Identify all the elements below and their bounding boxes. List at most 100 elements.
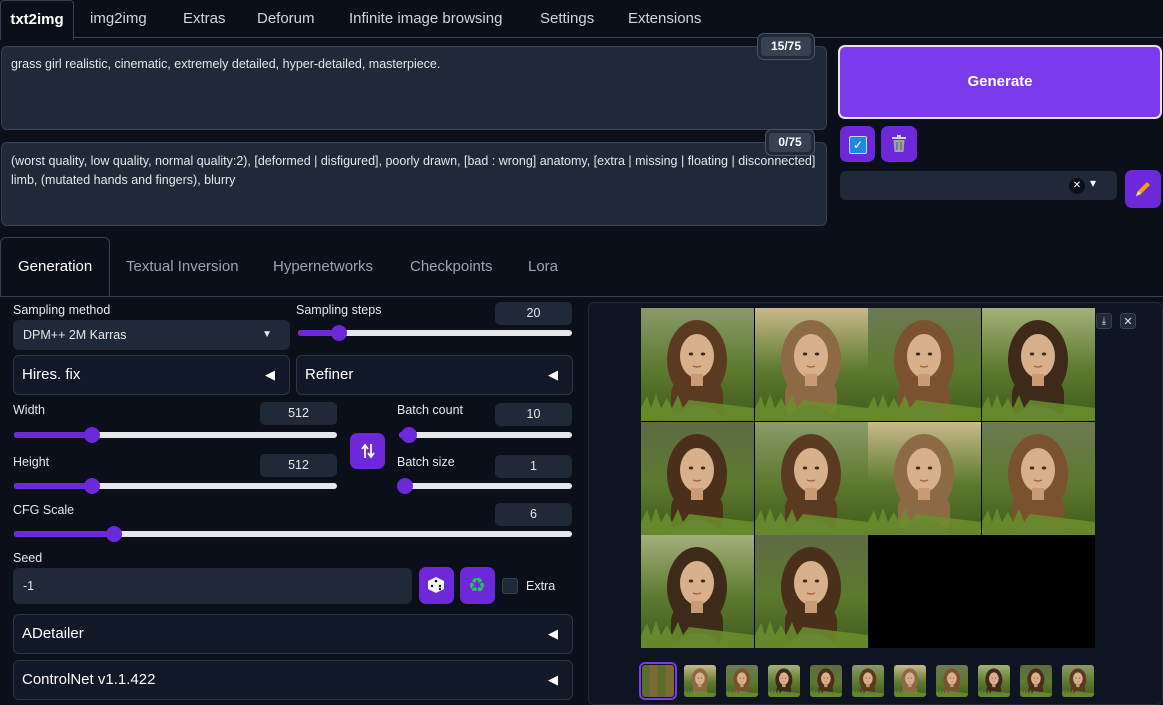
sampling-method-label: Sampling method: [13, 303, 111, 317]
swap-dimensions-button[interactable]: [350, 433, 385, 469]
collapse-arrow-icon: ◀: [548, 672, 558, 687]
slider-handle[interactable]: [83, 427, 100, 443]
extra-label: Extra: [526, 579, 556, 593]
adetailer-label: ADetailer: [22, 625, 84, 642]
edit-styles-button[interactable]: [1125, 170, 1161, 208]
reuse-seed-button[interactable]: ♻: [460, 567, 495, 604]
tab-hypernetworks[interactable]: Hypernetworks: [273, 258, 373, 275]
refiner-label: Refiner: [305, 366, 354, 383]
batch-count-input[interactable]: 10: [495, 403, 572, 426]
height-input[interactable]: 512: [260, 454, 337, 477]
thumbnail[interactable]: [768, 665, 800, 697]
gallery-image[interactable]: [754, 535, 868, 648]
thumbnail[interactable]: [1020, 665, 1052, 697]
thumbnail[interactable]: [852, 665, 884, 697]
height-label: Height: [13, 455, 50, 469]
thumbnail[interactable]: [1062, 665, 1094, 697]
image-grid: [641, 308, 1095, 648]
slider-handle[interactable]: [83, 478, 100, 494]
batch-count-label: Batch count: [397, 403, 464, 417]
subtab-divider: [0, 296, 1163, 297]
sampling-steps-input[interactable]: 20: [495, 302, 572, 325]
batch-size-input[interactable]: 1: [495, 455, 572, 478]
clear-icon[interactable]: ✕: [1069, 178, 1085, 194]
tab-extensions[interactable]: Extensions: [628, 10, 701, 27]
controlnet-label: ControlNet v1.1.422: [22, 671, 156, 688]
tab-textual-inversion[interactable]: Textual Inversion: [126, 258, 239, 275]
tab-infinite-image-browsing[interactable]: Infinite image browsing: [349, 10, 502, 27]
thumbnail[interactable]: [684, 665, 716, 697]
positive-prompt-input[interactable]: grass girl realistic, cinematic, extreme…: [1, 46, 827, 130]
caret-down-icon: ▼: [262, 329, 272, 340]
thumbnail[interactable]: [726, 665, 758, 697]
pencil-icon: [1136, 182, 1150, 196]
gallery-image[interactable]: [641, 535, 754, 648]
positive-token-counter: 15/75: [757, 33, 815, 60]
close-icon[interactable]: ✕: [1120, 313, 1136, 329]
thumbnail[interactable]: [936, 665, 968, 697]
sampling-method-dropdown[interactable]: DPM++ 2M Karras ▼: [13, 320, 290, 350]
thumbnail-grid-selected[interactable]: [639, 662, 677, 700]
negative-prompt-input[interactable]: (worst quality, low quality, normal qual…: [1, 142, 827, 226]
checkbox-icon: ✓: [849, 136, 867, 154]
cfg-scale-input[interactable]: 6: [495, 503, 572, 526]
width-label: Width: [13, 403, 45, 417]
gallery-image[interactable]: [981, 308, 1095, 421]
tab-settings[interactable]: Settings: [540, 10, 594, 27]
thumbnail[interactable]: [894, 665, 926, 697]
seed-label: Seed: [13, 551, 43, 565]
gallery-image[interactable]: [754, 421, 868, 535]
trash-icon: [892, 135, 906, 152]
tab-img2img[interactable]: img2img: [90, 10, 147, 27]
top-tab-bar: txt2img img2img Extras Deforum Infinite …: [0, 0, 1163, 40]
collapse-arrow-icon: ◀: [548, 367, 558, 382]
slider-handle[interactable]: [106, 526, 123, 542]
tab-checkpoints[interactable]: Checkpoints: [410, 258, 493, 275]
batch-size-label: Batch size: [397, 455, 455, 469]
generate-button[interactable]: Generate: [838, 45, 1162, 119]
gallery-image[interactable]: [641, 308, 754, 421]
read-params-button[interactable]: ✓: [840, 126, 875, 162]
extra-checkbox[interactable]: [502, 578, 518, 594]
styles-dropdown[interactable]: ✕ ▾: [840, 171, 1117, 200]
cfg-scale-slider[interactable]: [14, 526, 572, 542]
clear-prompt-button[interactable]: [881, 126, 917, 162]
batch-count-slider[interactable]: [399, 427, 572, 443]
batch-size-slider[interactable]: [397, 478, 572, 494]
chevron-down-icon[interactable]: ▾: [1090, 176, 1096, 190]
thumbnail[interactable]: [810, 665, 842, 697]
recycle-icon: ♻: [468, 575, 486, 597]
swap-icon: [361, 443, 375, 459]
tab-generation[interactable]: Generation: [18, 258, 92, 275]
slider-handle[interactable]: [331, 325, 348, 341]
controlnet-accordion[interactable]: ControlNet v1.1.422 ◀: [13, 660, 573, 700]
sampling-method-value: DPM++ 2M Karras: [23, 328, 127, 342]
height-slider[interactable]: [14, 478, 337, 494]
dice-icon: [428, 577, 444, 593]
refiner-accordion[interactable]: Refiner ◀: [296, 355, 573, 395]
tab-txt2img[interactable]: txt2img: [0, 0, 74, 40]
download-icon[interactable]: ⤓: [1096, 313, 1112, 329]
hires-fix-accordion[interactable]: Hires. fix ◀: [13, 355, 290, 395]
adetailer-accordion[interactable]: ADetailer ◀: [13, 614, 573, 654]
width-input[interactable]: 512: [260, 402, 337, 425]
collapse-arrow-icon: ◀: [548, 626, 558, 641]
cfg-scale-label: CFG Scale: [13, 503, 75, 517]
gallery-image[interactable]: [868, 421, 981, 535]
slider-handle[interactable]: [401, 427, 418, 443]
gallery-image[interactable]: [868, 308, 981, 421]
gallery-image[interactable]: [641, 421, 754, 535]
tab-extras[interactable]: Extras: [183, 10, 226, 27]
gallery-image[interactable]: [981, 421, 1095, 535]
sampling-steps-label: Sampling steps: [296, 303, 382, 317]
gallery-image[interactable]: [754, 308, 868, 421]
thumbnail[interactable]: [978, 665, 1010, 697]
random-seed-button[interactable]: [419, 567, 454, 604]
tab-lora[interactable]: Lora: [528, 258, 558, 275]
tab-deforum[interactable]: Deforum: [257, 10, 315, 27]
sampling-steps-slider[interactable]: [298, 325, 572, 341]
collapse-arrow-icon: ◀: [265, 367, 275, 382]
seed-input[interactable]: -1: [13, 568, 412, 604]
slider-handle[interactable]: [397, 478, 413, 494]
width-slider[interactable]: [14, 427, 337, 443]
